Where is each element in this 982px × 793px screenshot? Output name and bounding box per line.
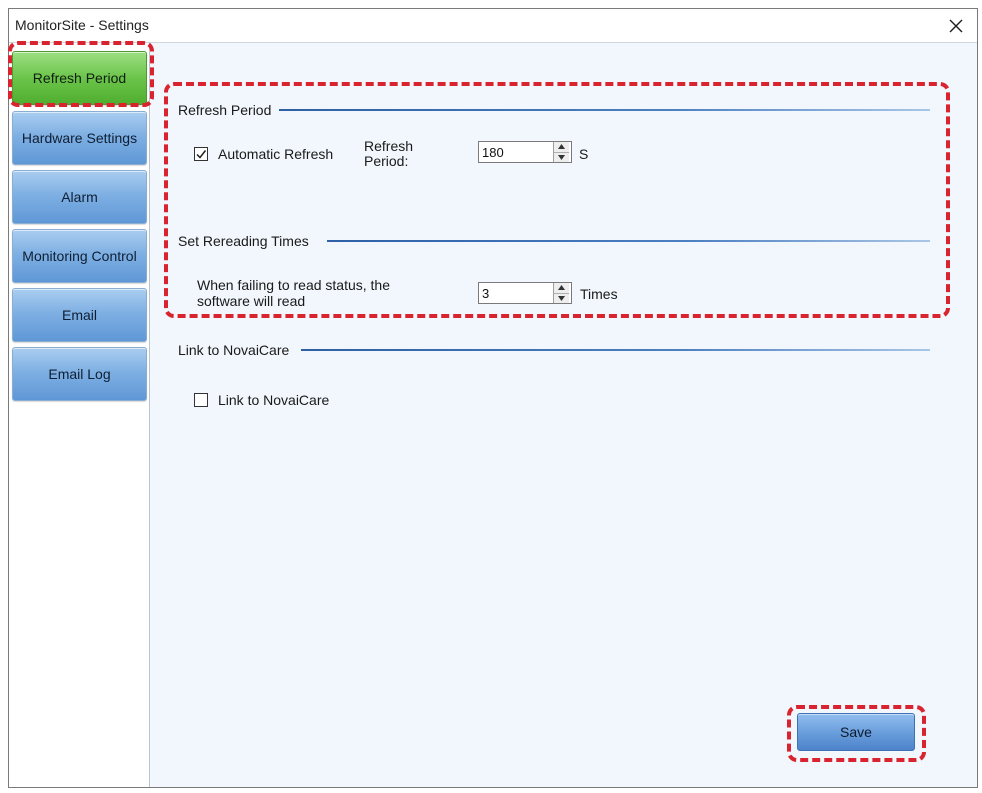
refresh-period-increment-button[interactable] [554, 142, 569, 153]
refresh-period-decrement-button[interactable] [554, 153, 569, 163]
sidebar-item-hardware-settings[interactable]: Hardware Settings [12, 111, 147, 165]
save-button[interactable]: Save [797, 713, 915, 751]
settings-window: MonitorSite - Settings Refresh Period Ha… [8, 8, 978, 788]
refresh-period-label-line2: Period: [364, 153, 409, 169]
rereading-times-unit: Times [580, 286, 618, 302]
arrow-up-icon [558, 285, 565, 291]
rereading-heading: Set Rereading Times [178, 233, 313, 249]
title-bar: MonitorSite - Settings [9, 9, 977, 43]
close-icon [949, 19, 963, 33]
automatic-refresh-label: Automatic Refresh [218, 146, 334, 162]
sidebar-item-email[interactable]: Email [12, 288, 147, 342]
sidebar-item-refresh-period[interactable]: Refresh Period [12, 51, 147, 105]
refresh-period-heading: Refresh Period [178, 102, 276, 118]
arrow-down-icon [558, 295, 565, 301]
sidebar: Refresh Period Hardware Settings Alarm M… [9, 43, 150, 787]
rereading-divider [327, 240, 930, 242]
window-title: MonitorSite - Settings [15, 17, 149, 33]
sidebar-item-email-log[interactable]: Email Log [12, 347, 147, 401]
checkmark-icon [196, 150, 207, 159]
close-button[interactable] [941, 12, 971, 40]
arrow-down-icon [558, 154, 565, 160]
automatic-refresh-checkbox[interactable] [194, 147, 208, 161]
rereading-description-line2: software will read [197, 293, 306, 309]
rereading-times-input[interactable] [479, 283, 553, 303]
rereading-times-stepper[interactable] [478, 282, 572, 304]
refresh-period-spin-buttons [553, 142, 569, 162]
novaicare-heading: Link to NovaiCare [178, 342, 294, 358]
rereading-description-line1: When failing to read status, the [197, 277, 390, 293]
refresh-period-divider [279, 109, 930, 111]
arrow-up-icon [558, 144, 565, 150]
link-novaicare-checkbox[interactable] [194, 393, 208, 407]
sidebar-item-monitoring-control[interactable]: Monitoring Control [12, 229, 147, 283]
rereading-times-spin-buttons [553, 283, 569, 303]
sidebar-item-alarm[interactable]: Alarm [12, 170, 147, 224]
refresh-period-label-line1: Refresh [364, 138, 414, 154]
rereading-times-decrement-button[interactable] [554, 294, 569, 304]
settings-content: Refresh Period Automatic Refresh Refresh… [151, 43, 977, 787]
novaicare-divider [301, 349, 930, 351]
link-novaicare-label: Link to NovaiCare [218, 392, 330, 408]
refresh-period-stepper[interactable] [478, 141, 572, 163]
refresh-period-unit: S [579, 146, 589, 162]
rereading-times-increment-button[interactable] [554, 283, 569, 294]
refresh-period-input[interactable] [479, 142, 553, 162]
